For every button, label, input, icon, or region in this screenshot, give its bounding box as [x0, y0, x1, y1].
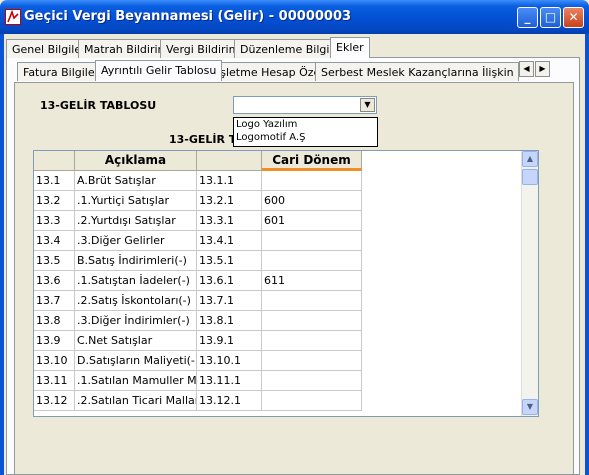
close-button[interactable]: ✕ [563, 7, 584, 28]
row-code[interactable]: 13.6.1 [197, 271, 262, 291]
row-code[interactable]: 13.12.1 [197, 391, 262, 411]
row-cari-donem[interactable] [262, 371, 362, 391]
row-index: 13.8 [34, 311, 75, 331]
row-cari-donem[interactable] [262, 231, 362, 251]
row-aciklama[interactable]: .1.Yurtiçi Satışlar [75, 191, 197, 211]
row-cari-donem[interactable] [262, 291, 362, 311]
row-index: 13.1 [34, 171, 75, 191]
grid-header-index [34, 151, 75, 171]
minimize-button[interactable]: _ [517, 7, 538, 28]
company-dropdown-list: Logo Yazılım Logomotif A.Ş [233, 117, 378, 147]
row-code[interactable]: 13.2.1 [197, 191, 262, 211]
row-code[interactable]: 13.9.1 [197, 331, 262, 351]
scroll-thumb[interactable] [522, 169, 538, 185]
tab-ekler[interactable]: Ekler [330, 37, 370, 58]
chevron-down-icon[interactable]: ▼ [360, 98, 375, 112]
scroll-down-icon[interactable]: ▼ [522, 399, 538, 415]
window-frame-left [0, 34, 4, 475]
row-aciklama[interactable]: .3.Diğer Gelirler [75, 231, 197, 251]
row-index: 13.12 [34, 391, 75, 411]
row-index: 13.2 [34, 191, 75, 211]
tab-ayrintili-gelir-tablosu[interactable]: Ayrıntılı Gelir Tablosu [95, 60, 223, 81]
row-index: 13.3 [34, 211, 75, 231]
row-index: 13.11 [34, 371, 75, 391]
row-aciklama[interactable]: A.Brüt Satışlar [75, 171, 197, 191]
row-index: 13.7 [34, 291, 75, 311]
row-code[interactable]: 13.8.1 [197, 311, 262, 331]
row-code[interactable]: 13.11.1 [197, 371, 262, 391]
row-cari-donem[interactable]: 611 [262, 271, 362, 291]
tab-scroll-left-button[interactable]: ◀ [519, 61, 534, 77]
dropdown-option-logomotif[interactable]: Logomotif A.Ş [234, 131, 377, 144]
row-aciklama[interactable]: .2.Satılan Ticari Mallar Ma [75, 391, 197, 411]
gelir-tablosu-label: 13-GELİR TABLOSU [40, 99, 157, 112]
tab-serbest-meslek[interactable]: Serbest Meslek Kazançlarına İlişkin Bild… [315, 62, 519, 81]
company-combo[interactable]: ▼ [233, 96, 377, 114]
window-frame-right [585, 34, 589, 475]
maximize-button[interactable]: □ [540, 7, 561, 28]
grid-header-cari-donem[interactable]: Cari Dönem [262, 151, 362, 171]
tab-scroll-right-button[interactable]: ▶ [535, 61, 550, 77]
row-cari-donem[interactable]: 601 [262, 211, 362, 231]
window-title: Geçici Vergi Beyannamesi (Gelir) - 00000… [24, 9, 352, 24]
grid-header-code[interactable] [197, 151, 262, 171]
row-code[interactable]: 13.1.1 [197, 171, 262, 191]
row-aciklama[interactable]: B.Satış İndirimleri(-) [75, 251, 197, 271]
row-cari-donem[interactable] [262, 391, 362, 411]
row-aciklama[interactable]: C.Net Satışlar [75, 331, 197, 351]
row-cari-donem[interactable] [262, 311, 362, 331]
row-cari-donem[interactable] [262, 251, 362, 271]
row-cari-donem[interactable] [262, 171, 362, 191]
row-index: 13.4 [34, 231, 75, 251]
row-cari-donem[interactable] [262, 331, 362, 351]
row-aciklama[interactable]: .3.Diğer İndirimler(-) [75, 311, 197, 331]
row-index: 13.5 [34, 251, 75, 271]
dropdown-option-logo-yazilim[interactable]: Logo Yazılım [234, 118, 377, 131]
row-index: 13.6 [34, 271, 75, 291]
scroll-up-icon[interactable]: ▲ [522, 151, 538, 167]
row-aciklama[interactable]: .2.Yurtdışı Satışlar [75, 211, 197, 231]
row-aciklama[interactable]: D.Satışların Maliyeti(-) [75, 351, 197, 371]
row-cari-donem[interactable] [262, 351, 362, 371]
row-aciklama[interactable]: .1.Satıştan İadeler(-) [75, 271, 197, 291]
row-code[interactable]: 13.5.1 [197, 251, 262, 271]
grid-header-aciklama[interactable]: Açıklama [75, 151, 197, 171]
row-index: 13.10 [34, 351, 75, 371]
row-code[interactable]: 13.10.1 [197, 351, 262, 371]
row-index: 13.9 [34, 331, 75, 351]
title-bar: Geçici Vergi Beyannamesi (Gelir) - 00000… [0, 0, 589, 34]
row-aciklama[interactable]: .2.Satış İskontoları(-) [75, 291, 197, 311]
grid-vertical-scrollbar[interactable]: ▲ ▼ [521, 151, 538, 416]
row-code[interactable]: 13.4.1 [197, 231, 262, 251]
row-aciklama[interactable]: .1.Satılan Mamuller Maliy [75, 371, 197, 391]
row-code[interactable]: 13.3.1 [197, 211, 262, 231]
row-cari-donem[interactable]: 600 [262, 191, 362, 211]
row-code[interactable]: 13.7.1 [197, 291, 262, 311]
gelir-grid[interactable]: Açıklama Cari Dönem 13.1 A.Brüt Satışlar 1… [33, 150, 539, 417]
app-icon [5, 9, 21, 25]
